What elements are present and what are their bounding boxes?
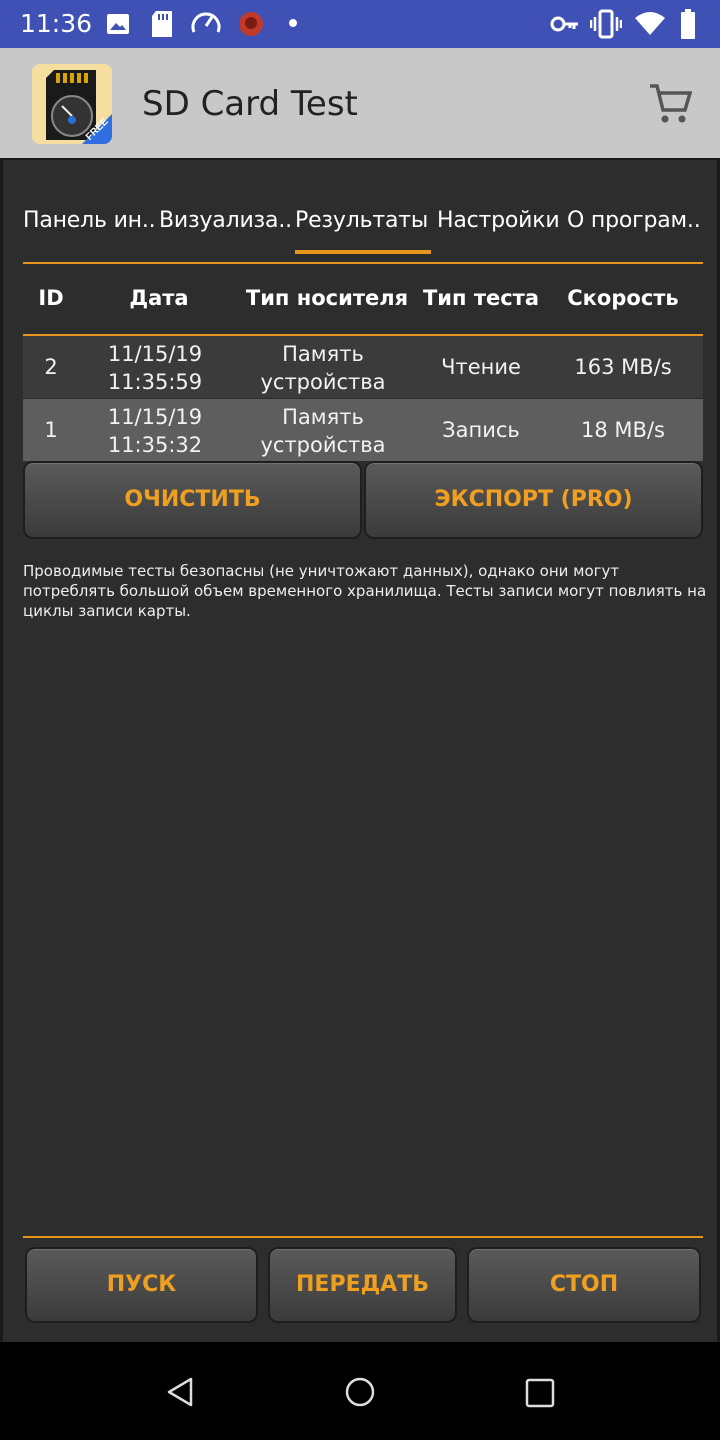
content-panel: Панель ин.. Визуализа.. Результаты Настр…: [0, 160, 720, 1342]
app-title: SD Card Test: [142, 84, 358, 124]
app-bar: FREE SD Card Test: [0, 48, 720, 160]
cell-media-line2: устройства: [260, 433, 386, 457]
battery-icon: [681, 9, 695, 39]
navigation-bar: [0, 1342, 720, 1440]
status-bar: 11:36: [0, 0, 720, 48]
cell-date: 11/15/19: [107, 342, 203, 366]
shopping-cart-icon[interactable]: [648, 82, 692, 126]
tab-dashboard[interactable]: Панель ин..: [23, 208, 155, 254]
speedometer-icon: [191, 12, 221, 33]
start-button[interactable]: ПУСК: [25, 1247, 258, 1323]
cell-time: 11:35:59: [107, 370, 203, 394]
table-row[interactable]: 1 11/15/19 11:35:32 Память устройства За…: [23, 399, 703, 461]
image-icon: [107, 14, 129, 34]
key-icon: [550, 16, 578, 32]
transfer-button[interactable]: ПЕРЕДАТЬ: [268, 1247, 457, 1323]
clear-button[interactable]: ОЧИСТИТЬ: [23, 461, 362, 539]
col-id: ID: [38, 286, 64, 310]
divider: [23, 1236, 703, 1238]
cell-time: 11:35:32: [107, 433, 203, 457]
sd-card-icon: [152, 11, 172, 37]
info-note: Проводимые тесты безопасны (не уничтожаю…: [23, 562, 707, 620]
col-media-type: Тип носителя: [245, 286, 409, 310]
cell-date: 11/15/19: [107, 405, 203, 429]
cell-speed: 163 MB/s: [574, 355, 672, 379]
cell-id: 2: [44, 355, 58, 379]
cell-test-type: Запись: [442, 418, 520, 442]
tab-bar: Панель ин.. Визуализа.. Результаты Настр…: [23, 200, 703, 264]
table-row[interactable]: 2 11/15/19 11:35:59 Память устройства Чт…: [23, 336, 703, 398]
cell-media-line1: Память: [282, 342, 364, 366]
col-test-type: Тип теста: [422, 286, 540, 310]
cell-media-line2: устройства: [260, 370, 386, 394]
app-notification-icon: [239, 12, 263, 36]
home-icon[interactable]: [344, 1376, 376, 1408]
export-pro-button[interactable]: ЭКСПОРТ (PRO): [364, 461, 703, 539]
wifi-icon: [635, 12, 665, 35]
vibrate-icon: [590, 9, 622, 39]
tab-settings[interactable]: Настройки: [437, 208, 561, 254]
col-speed: Скорость: [567, 286, 679, 310]
tab-visualization[interactable]: Визуализа..: [159, 208, 293, 254]
dot-icon: [289, 19, 297, 27]
table-header: ID Дата Тип носителя Тип теста Скорость: [23, 264, 703, 336]
cell-speed: 18 MB/s: [581, 418, 665, 442]
tab-results[interactable]: Результаты: [295, 208, 431, 254]
tab-about[interactable]: О програм..: [567, 208, 703, 254]
app-logo: FREE: [32, 64, 112, 144]
status-time: 11:36: [20, 9, 93, 38]
recents-icon[interactable]: [525, 1378, 555, 1408]
cell-id: 1: [44, 418, 58, 442]
stop-button[interactable]: СТОП: [467, 1247, 701, 1323]
back-icon[interactable]: [166, 1376, 194, 1408]
col-date: Дата: [129, 286, 189, 310]
cell-test-type: Чтение: [441, 355, 521, 379]
cell-media-line1: Память: [282, 405, 364, 429]
